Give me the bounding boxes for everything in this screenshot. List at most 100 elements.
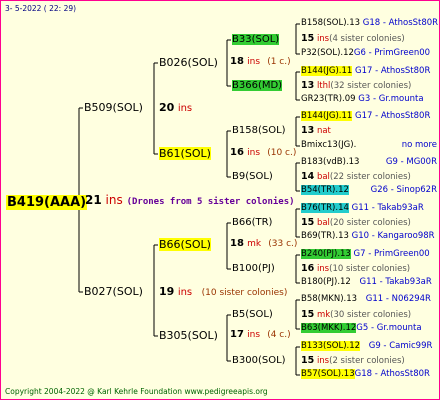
gen4-r06-name: GR23(TR).09 <box>301 94 356 104</box>
gen4-r15-extra: G10 - Kangaroo98R <box>351 231 435 241</box>
gen2-d-mating: 17 ins (4 c.) <box>230 330 291 340</box>
copyright-notice: Copyright 2004-2022 @ Karl Kehrle Founda… <box>5 387 268 396</box>
gen4-row-17: 16 ins(10 sister colonies) <box>301 264 410 274</box>
gen2-b-mating: 16 ins (10 c.) <box>230 148 296 158</box>
gen3-c-queen[interactable]: B158(SOL) <box>232 126 286 136</box>
gen4-r05-unit: lthl <box>316 81 331 91</box>
gen4-row-18[interactable]: B180(PJ).12 G11 - Takab93aR <box>301 278 432 287</box>
gen2-b-name: B61(SOL) <box>159 147 211 160</box>
gen3-e-queen[interactable]: B66(TR) <box>232 218 272 228</box>
gen3-g-queen[interactable]: B5(SOL) <box>232 310 273 320</box>
gen4-row-07[interactable]: B144(JG).11 G17 - AthosSt80R <box>301 111 431 121</box>
gen4-row-01[interactable]: B158(SOL).13 G18 - AthosSt80R <box>301 19 438 28</box>
gen4-r02-num: 15 <box>301 33 315 44</box>
gen4-row-22[interactable]: B133(SOL).12 G9 - Camic99R <box>301 341 433 351</box>
gen4-r07-name: B144(JG).11 <box>301 111 353 121</box>
gen1-bottom-note: (10 sister colonies) <box>201 288 288 298</box>
gen4-r17-num: 16 <box>301 263 315 274</box>
gen2-c-queen[interactable]: B66(SOL) <box>159 238 211 251</box>
gen2-d-queen[interactable]: B305(SOL) <box>159 330 218 341</box>
gen2-c-num: 18 <box>230 238 244 249</box>
gen4-row-09[interactable]: Bmixc13(JG). no more <box>301 141 437 150</box>
gen2-b-num: 16 <box>230 147 244 158</box>
gen4-row-02: 15 ins(4 sister colonies) <box>301 34 405 44</box>
gen3-f-queen[interactable]: B100(PJ) <box>232 264 275 274</box>
gen4-row-13[interactable]: B76(TR).14 G11 - Takab93aR <box>301 203 424 213</box>
gen4-row-12[interactable]: B54(TR).12 G26 - Sinop62R <box>301 185 437 195</box>
gen3-a-queen[interactable]: B33(SOL) <box>232 34 280 45</box>
gen4-r04-name: B144(JG).11 <box>301 66 353 76</box>
gen2-a-mating: 18 ins (1 c.) <box>230 57 291 67</box>
gen4-r06-extra: G3 - Gr.mounta <box>358 94 424 104</box>
gen4-r18-name: B180(PJ).12 <box>301 277 351 287</box>
gen4-row-21[interactable]: B63(MKK).12G5 - Gr.mounta <box>301 323 422 333</box>
gen4-row-11: 14 bal(22 sister colonies) <box>301 172 411 182</box>
gen1-top-queen[interactable]: B509(SOL) <box>84 102 143 113</box>
gen1-bottom-num: 19 <box>159 285 175 298</box>
gen4-r10-extra: G9 - MG00R <box>385 157 437 167</box>
gen4-row-06[interactable]: GR23(TR).09 G3 - Gr.mounta <box>301 95 424 104</box>
gen3-a-name: B33(SOL) <box>232 34 280 45</box>
gen4-r23-note: (2 sister colonies) <box>329 356 405 366</box>
gen4-r12-extra: G26 - Sinop62R <box>370 185 437 195</box>
gen4-r19-extra: G11 - N06294R <box>365 294 431 304</box>
gen4-r24-extra: G18 - AthosSt80R <box>354 369 430 379</box>
gen1-bottom-mating: 19 ins (10 sister colonies) <box>159 286 287 298</box>
gen4-r03-extra: G6 - PrimGreen00 <box>353 48 431 58</box>
gen3-b-queen[interactable]: B366(MD) <box>232 80 283 91</box>
gen2-a-num: 18 <box>230 56 244 67</box>
gen4-r02-unit: ins <box>316 34 330 44</box>
gen4-r01-name: B158(SOL).13 <box>301 18 361 28</box>
gen4-r05-note: (32 sister colonies) <box>330 81 412 91</box>
gen4-row-03[interactable]: P32(SOL).12G6 - PrimGreen00 <box>301 49 430 58</box>
gen4-r09-extra: no more <box>401 140 437 150</box>
gen2-b-unit: ins <box>247 148 261 158</box>
gen4-r10-name: B183(vdB).13 <box>301 157 360 167</box>
gen4-row-19[interactable]: B58(MKN).13 G11 - N06294R <box>301 295 431 304</box>
gen1-top-unit: ins <box>177 103 193 114</box>
gen4-row-04[interactable]: B144(JG).11 G17 - AthosSt80R <box>301 66 431 76</box>
gen2-a-queen[interactable]: B026(SOL) <box>159 57 218 68</box>
gen4-row-16[interactable]: B240(PJ).13 G7 - PrimGreen00 <box>301 249 430 259</box>
gen4-row-23: 15 ins(2 sister colonies) <box>301 356 405 366</box>
gen4-r24-name: B57(SOL).13 <box>301 369 355 379</box>
gen2-d-unit: ins <box>247 330 261 340</box>
gen4-r14-note: (20 sister colonies) <box>329 218 411 228</box>
gen2-c-name: B66(SOL) <box>159 238 211 251</box>
gen1-bottom-queen[interactable]: B027(SOL) <box>84 286 143 297</box>
gen4-r04-extra: G17 - AthosSt80R <box>355 66 431 76</box>
gen1-top-mating: 20 ins <box>159 102 192 114</box>
gen4-row-08: 13 nat <box>301 126 331 136</box>
gen4-row-24[interactable]: B57(SOL).13G18 - AthosSt80R <box>301 369 430 379</box>
gen4-r20-unit: mk <box>316 310 331 320</box>
gen1-top-num: 20 <box>159 101 175 114</box>
gen4-r12-name: B54(TR).12 <box>301 185 349 195</box>
gen2-b-queen[interactable]: B61(SOL) <box>159 147 211 160</box>
gen4-r02-note: (4 sister colonies) <box>329 34 405 44</box>
gen4-r16-name: B240(PJ).13 <box>301 249 351 259</box>
gen4-r08-unit: nat <box>316 126 331 136</box>
root-note: (Drones from 5 sister colonies) <box>126 197 295 207</box>
gen4-r21-name: B63(MKK).12 <box>301 323 357 333</box>
gen4-r13-name: B76(TR).14 <box>301 203 349 213</box>
gen4-r14-unit: bal <box>316 218 330 228</box>
root-queen[interactable]: B419(AAA) <box>6 193 88 210</box>
root-mating-info: 21 ins (Drones from 5 sister colonies) <box>85 194 295 207</box>
gen3-h-queen[interactable]: B300(SOL) <box>232 356 286 366</box>
gen1-bottom-unit: ins <box>177 287 193 298</box>
gen4-r23-unit: ins <box>316 356 330 366</box>
gen4-row-15[interactable]: B69(TR).13 G10 - Kangaroo98R <box>301 232 435 241</box>
root-num: 21 <box>85 193 102 207</box>
gen4-r18-extra: G11 - Takab93aR <box>359 277 432 287</box>
gen4-r16-extra: G7 - PrimGreen00 <box>353 249 430 259</box>
gen4-r15-name: B69(TR).13 <box>301 231 349 241</box>
gen4-r07-extra: G17 - AthosSt80R <box>355 111 431 121</box>
gen4-r22-extra: G9 - Camic99R <box>368 341 433 351</box>
gen4-row-10[interactable]: B183(vdB).13 G9 - MG00R <box>301 158 437 167</box>
gen4-r20-num: 15 <box>301 309 315 320</box>
gen4-r11-unit: bal <box>316 172 330 182</box>
gen3-d-queen[interactable]: B9(SOL) <box>232 172 273 182</box>
gen4-r20-note: (30 sister colonies) <box>330 310 412 320</box>
gen4-r19-name: B58(MKN).13 <box>301 294 358 304</box>
gen4-r17-unit: ins <box>316 264 330 274</box>
